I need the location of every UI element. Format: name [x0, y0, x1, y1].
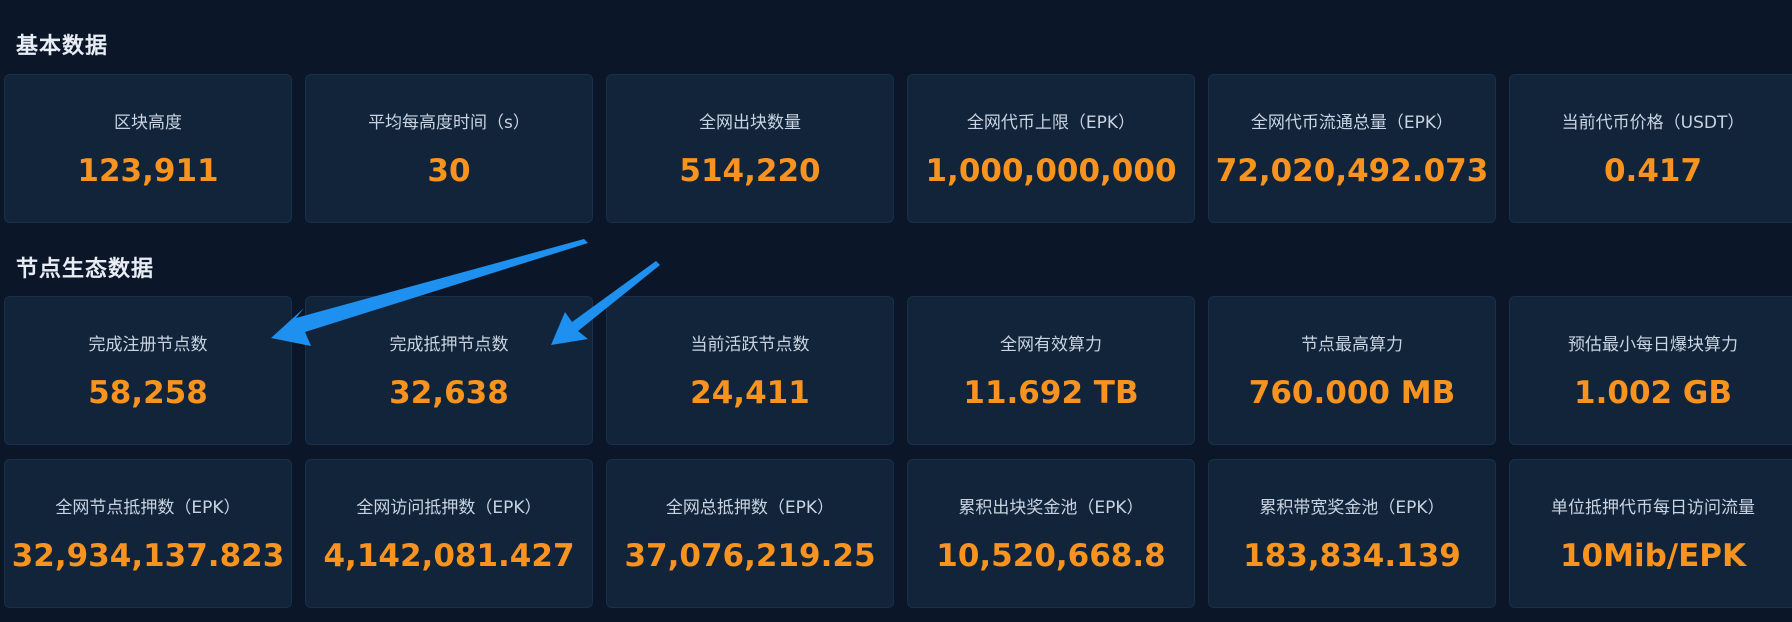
stat-card-block-reward-pool: 累积出块奖金池（EPK） 10,520,668.8 — [907, 459, 1195, 608]
stat-card-node-pledge: 全网节点抵押数（EPK） 32,934,137.823 — [4, 459, 292, 608]
stat-value: 123,911 — [77, 153, 219, 189]
stat-value: 10,520,668.8 — [936, 538, 1166, 574]
stat-label: 全网出块数量 — [699, 113, 801, 133]
stat-value: 760.000 MB — [1248, 375, 1456, 411]
stat-label: 完成抵押节点数 — [389, 335, 509, 355]
stat-label: 全网总抵押数（EPK） — [665, 498, 835, 518]
stat-value: 11.692 TB — [963, 375, 1139, 411]
stat-label: 全网节点抵押数（EPK） — [55, 498, 241, 518]
stat-card-token-circulation: 全网代币流通总量（EPK） 72,020,492.073 — [1208, 74, 1496, 223]
stat-value: 30 — [427, 153, 471, 189]
stat-label: 平均每高度时间（s） — [368, 113, 530, 133]
stat-value: 32,934,137.823 — [11, 538, 285, 574]
stat-label: 全网有效算力 — [1000, 335, 1102, 355]
stat-value: 183,834.139 — [1243, 538, 1461, 574]
stat-card-active-nodes: 当前活跃节点数 24,411 — [606, 296, 894, 445]
stat-label: 当前代币价格（USDT） — [1561, 113, 1745, 133]
node-data-grid-row1: 完成注册节点数 58,258 完成抵押节点数 32,638 当前活跃节点数 24… — [4, 296, 1792, 445]
stat-label: 当前活跃节点数 — [690, 335, 810, 355]
stat-label: 单位抵押代币每日访问流量 — [1551, 498, 1755, 518]
stat-card-blocks-produced: 全网出块数量 514,220 — [606, 74, 894, 223]
stat-label: 全网代币上限（EPK） — [966, 113, 1136, 133]
stat-card-daily-access-traffic: 单位抵押代币每日访问流量 10Mib/EPK — [1509, 459, 1792, 608]
stat-card-access-pledge: 全网访问抵押数（EPK） 4,142,081.427 — [305, 459, 593, 608]
stat-card-token-cap: 全网代币上限（EPK） 1,000,000,000 — [907, 74, 1195, 223]
stat-value: 24,411 — [690, 375, 810, 411]
stat-value: 1.002 GB — [1574, 375, 1732, 411]
stat-card-min-daily-power: 预估最小每日爆块算力 1.002 GB — [1509, 296, 1792, 445]
stat-card-token-price: 当前代币价格（USDT） 0.417 — [1509, 74, 1792, 223]
stat-label: 区块高度 — [114, 113, 182, 133]
stat-card-total-pledge: 全网总抵押数（EPK） 37,076,219.25 — [606, 459, 894, 608]
stat-label: 节点最高算力 — [1301, 335, 1403, 355]
stat-label: 预估最小每日爆块算力 — [1568, 335, 1738, 355]
stat-card-bandwidth-reward-pool: 累积带宽奖金池（EPK） 183,834.139 — [1208, 459, 1496, 608]
basic-data-grid: 区块高度 123,911 平均每高度时间（s） 30 全网出块数量 514,22… — [4, 74, 1792, 223]
node-data-grid-row2: 全网节点抵押数（EPK） 32,934,137.823 全网访问抵押数（EPK）… — [4, 459, 1792, 608]
stat-label: 完成注册节点数 — [88, 335, 208, 355]
section-title-basic: 基本数据 — [16, 34, 109, 59]
stat-label: 全网代币流通总量（EPK） — [1250, 113, 1454, 133]
stat-card-max-node-power: 节点最高算力 760.000 MB — [1208, 296, 1496, 445]
stat-card-registered-nodes: 完成注册节点数 58,258 — [4, 296, 292, 445]
stat-value: 37,076,219.25 — [624, 538, 876, 574]
section-title-node: 节点生态数据 — [16, 257, 155, 282]
stat-value: 72,020,492.073 — [1215, 153, 1489, 189]
stat-label: 全网访问抵押数（EPK） — [356, 498, 542, 518]
stat-label: 累积带宽奖金池（EPK） — [1259, 498, 1445, 518]
stat-value: 58,258 — [88, 375, 208, 411]
stat-value: 4,142,081.427 — [323, 538, 575, 574]
stat-value: 514,220 — [679, 153, 821, 189]
stat-value: 10Mib/EPK — [1559, 538, 1747, 574]
stat-card-avg-height-time: 平均每高度时间（s） 30 — [305, 74, 593, 223]
stat-value: 0.417 — [1603, 153, 1703, 189]
stat-label: 累积出块奖金池（EPK） — [958, 498, 1144, 518]
stat-card-block-height: 区块高度 123,911 — [4, 74, 292, 223]
stat-value: 32,638 — [389, 375, 509, 411]
stat-value: 1,000,000,000 — [925, 153, 1177, 189]
stat-card-effective-power: 全网有效算力 11.692 TB — [907, 296, 1195, 445]
stat-card-pledged-nodes: 完成抵押节点数 32,638 — [305, 296, 593, 445]
